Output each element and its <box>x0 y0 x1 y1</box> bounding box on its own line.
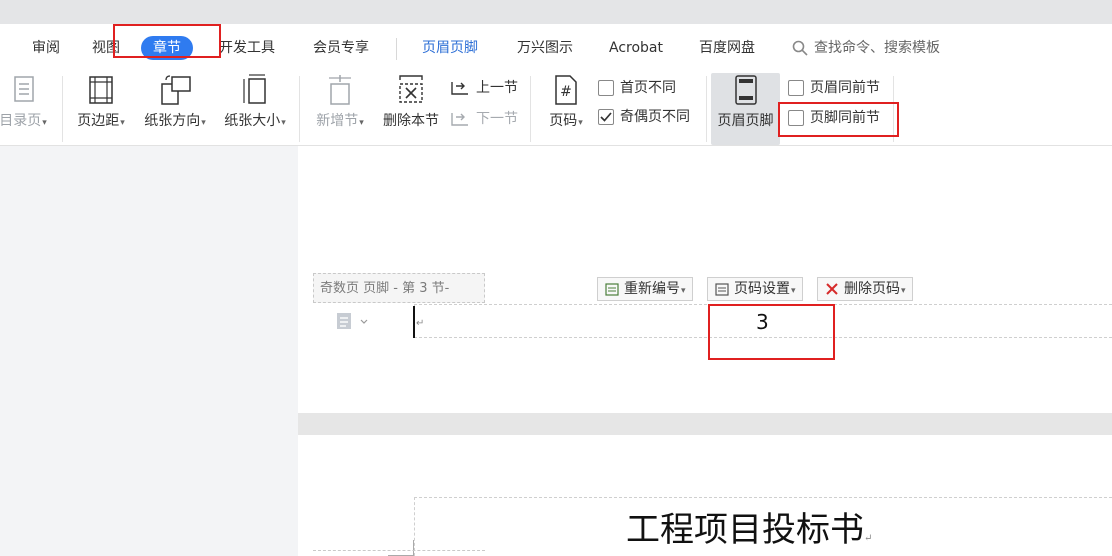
page-number-label: 页码 <box>549 113 578 129</box>
tab-member-exclusive[interactable]: 会员专享 <box>313 36 369 60</box>
odd-even-different-checkbox[interactable] <box>598 109 614 125</box>
prev-section-button[interactable]: 上一节 <box>450 77 518 99</box>
page-number-settings-label: 页码设置 <box>734 281 790 297</box>
text-cursor <box>413 306 415 338</box>
page-settings-icon <box>715 283 729 296</box>
tab-acrobat[interactable]: Acrobat <box>609 36 663 60</box>
catalog-page-label: 目录页 <box>0 113 42 129</box>
search-placeholder: 查找命令、搜索模板 <box>814 40 940 56</box>
checkmark-icon <box>600 112 612 122</box>
title-bar-strip <box>0 0 1112 24</box>
next-section-icon <box>451 113 468 126</box>
toolbar-divider <box>299 76 300 142</box>
catalog-page-icon <box>14 76 34 102</box>
paper-size-button[interactable]: 纸张大小▾ <box>218 72 292 142</box>
toolbar-divider <box>62 76 63 142</box>
orientation-label: 纸张方向 <box>144 113 201 129</box>
section-toolbar: 目录页▾ 页边距▾ 纸张方向▾ 纸张大小▾ 新增节▾ 删除本节 上一节 下一节 … <box>0 72 1112 146</box>
paper-size-label: 纸张大小 <box>224 113 281 129</box>
toolbar-divider <box>530 76 531 142</box>
next-header-label-edge <box>313 550 485 556</box>
prev-section-icon <box>451 82 468 95</box>
delete-page-number-label: 删除页码 <box>844 281 900 297</box>
orientation-icon <box>161 75 191 105</box>
delete-page-number-button[interactable]: 删除页码▾ <box>817 277 913 301</box>
paragraph-mark: ↵ <box>416 318 425 329</box>
svg-text:#: # <box>560 84 572 100</box>
renumber-button[interactable]: 重新编号▾ <box>597 277 693 301</box>
renumber-icon <box>605 283 619 296</box>
delete-section-icon <box>399 75 423 103</box>
command-search[interactable]: 查找命令、搜索模板 <box>792 36 940 60</box>
header-footer-icon <box>734 75 757 105</box>
delete-section-button[interactable]: 删除本节 <box>379 72 443 142</box>
first-page-different-option[interactable]: 首页不同 <box>598 77 676 99</box>
header-footer-label: 页眉页脚 <box>717 113 774 129</box>
footer-section-label: 奇数页 页脚 - 第 3 节- <box>313 273 485 303</box>
menu-divider <box>396 38 397 60</box>
add-section-button[interactable]: 新增节▾ <box>309 72 371 142</box>
page-number-settings-button[interactable]: 页码设置▾ <box>707 277 803 301</box>
annotation-box-section-tab <box>113 24 221 58</box>
tab-developer-tools[interactable]: 开发工具 <box>219 36 275 60</box>
header-same-as-previous-checkbox[interactable] <box>788 80 804 96</box>
next-section-button[interactable]: 下一节 <box>450 108 518 130</box>
page-gap <box>298 413 1112 435</box>
header-same-as-previous-option[interactable]: 页眉同前节 <box>788 77 880 99</box>
margins-label: 页边距 <box>77 113 120 129</box>
paper-size-icon <box>243 74 266 104</box>
page-number-button[interactable]: # 页码▾ <box>540 72 592 142</box>
margins-button[interactable]: 页边距▾ <box>70 72 132 142</box>
add-section-label: 新增节 <box>316 113 359 129</box>
first-page-different-checkbox[interactable] <box>598 80 614 96</box>
orientation-button[interactable]: 纸张方向▾ <box>138 72 212 142</box>
odd-even-different-option[interactable]: 奇偶页不同 <box>598 106 690 128</box>
next-page-title-text: 工程项目投标书 <box>626 510 864 550</box>
search-icon <box>792 40 808 56</box>
tab-header-footer[interactable]: 页眉页脚 <box>422 36 478 60</box>
next-page-title: 工程项目投标书↵ <box>626 502 872 551</box>
tab-wondershare-diagram[interactable]: 万兴图示 <box>517 36 573 60</box>
delete-section-label: 删除本节 <box>383 113 439 129</box>
add-section-icon <box>329 75 351 105</box>
delete-x-icon <box>826 283 838 295</box>
title-paragraph-mark: ↵ <box>864 533 873 544</box>
annotation-box-page-number <box>708 304 835 360</box>
renumber-label: 重新编号 <box>624 281 680 297</box>
margins-icon <box>89 76 113 104</box>
insert-options-icon[interactable] <box>336 312 370 330</box>
catalog-page-button[interactable]: 目录页▾ <box>0 72 54 142</box>
page-number-icon: # <box>555 75 577 105</box>
tab-review[interactable]: 审阅 <box>32 36 60 60</box>
header-footer-button[interactable]: 页眉页脚 <box>711 72 780 142</box>
annotation-box-footer-same-prev <box>778 102 899 137</box>
tab-baidu-netdisk[interactable]: 百度网盘 <box>699 36 755 60</box>
toolbar-divider <box>706 76 707 142</box>
